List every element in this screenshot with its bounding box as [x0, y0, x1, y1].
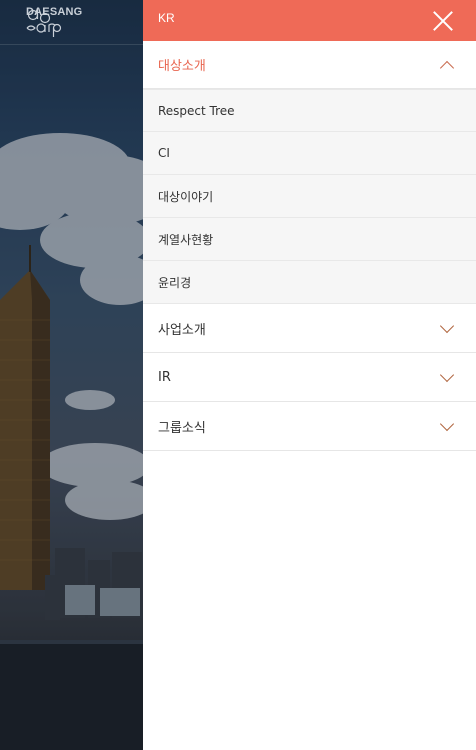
menu-item-news[interactable]: 그룹소식 — [143, 402, 476, 451]
submenu-about: Respect Tree CI 대상이야기 계열사현황 윤리경 — [143, 89, 476, 304]
submenu-item-respect-tree[interactable]: Respect Tree — [143, 89, 476, 132]
menu-item-label: IR — [158, 369, 171, 385]
menu-item-about[interactable]: 대상소개 — [143, 41, 476, 89]
submenu-item-label: Respect Tree — [158, 103, 235, 118]
chevron-up-icon[interactable] — [439, 60, 455, 75]
daesang-logo-mark — [26, 8, 62, 37]
submenu-item-label: 계열사현황 — [158, 232, 214, 247]
submenu-item-label: 대상이야기 — [158, 189, 214, 204]
close-icon[interactable] — [432, 10, 454, 32]
language-selector[interactable]: KR — [158, 11, 175, 25]
menu-item-label: 사업소개 — [158, 322, 206, 338]
submenu-item-label: 윤리경 — [158, 275, 192, 290]
logo-link[interactable]: DAESANG — [24, 6, 82, 37]
submenu-item-label: CI — [158, 146, 170, 160]
submenu-item-ethics[interactable]: 윤리경 — [143, 261, 476, 304]
chevron-down-icon[interactable] — [439, 318, 455, 334]
menu-item-label: 그룹소식 — [158, 420, 206, 436]
drawer-header: KR — [143, 0, 476, 41]
menu-item-label: 대상소개 — [158, 59, 206, 74]
menu-item-ir[interactable]: IR — [143, 353, 476, 402]
submenu-item-ci[interactable]: CI — [143, 132, 476, 175]
navigation-drawer: KR 대상소개 Respect Tree CI 대상이야기 계열사현황 윤리경 … — [143, 0, 476, 750]
chevron-down-icon[interactable] — [439, 416, 455, 432]
chevron-down-icon[interactable] — [439, 367, 455, 383]
site-header: DAESANG — [0, 0, 143, 45]
submenu-item-affiliates[interactable]: 계열사현황 — [143, 218, 476, 261]
submenu-item-story[interactable]: 대상이야기 — [143, 175, 476, 218]
menu-item-business[interactable]: 사업소개 — [143, 304, 476, 353]
